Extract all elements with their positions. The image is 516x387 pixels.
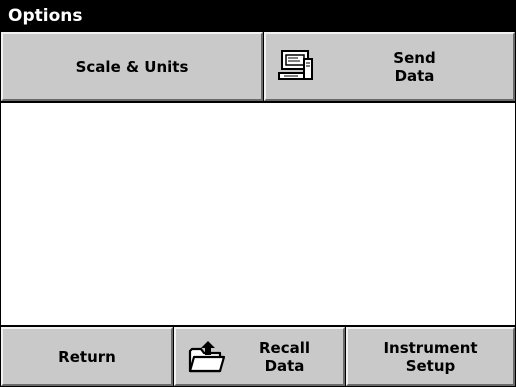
recall-data-button[interactable]: Recall Data bbox=[173, 326, 346, 387]
options-screen: Options Scale & Units Send Data Return R… bbox=[0, 0, 516, 387]
instrument-setup-button[interactable]: Instrument Setup bbox=[345, 326, 516, 387]
page-title: Options bbox=[8, 6, 83, 26]
instrument-setup-label: Instrument Setup bbox=[383, 338, 478, 375]
scale-units-button[interactable]: Scale & Units bbox=[0, 31, 264, 102]
recall-data-label: Recall Data bbox=[258, 338, 311, 375]
title-bar: Options bbox=[1, 1, 515, 31]
return-label: Return bbox=[58, 347, 116, 366]
content-area bbox=[1, 102, 515, 326]
send-data-button[interactable]: Send Data bbox=[263, 31, 516, 102]
computer-icon bbox=[276, 49, 316, 85]
return-button[interactable]: Return bbox=[0, 326, 174, 387]
send-data-label: Send Data bbox=[393, 48, 436, 85]
folder-upload-icon bbox=[186, 339, 226, 375]
scale-units-label: Scale & Units bbox=[75, 57, 189, 76]
